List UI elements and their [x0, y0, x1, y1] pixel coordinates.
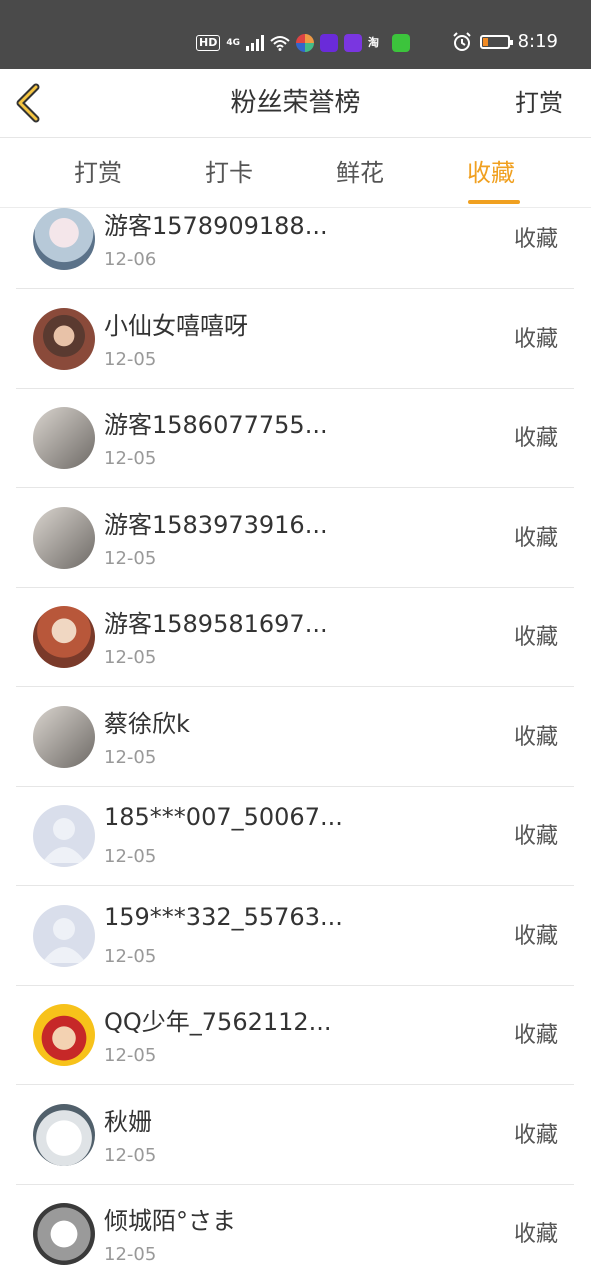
tab-label: 鲜花	[336, 159, 384, 187]
fan-action-label: 收藏	[513, 1122, 558, 1148]
list-item[interactable]: 蔡徐欣k 12-05 收藏	[16, 688, 574, 787]
fan-date: 12-05	[104, 647, 157, 668]
fan-date: 12-05	[104, 945, 157, 967]
status-right: 8:19	[452, 31, 558, 52]
clock: 8:19	[517, 31, 558, 52]
tab-label: 收藏	[467, 159, 515, 187]
list-item[interactable]: QQ少年_7562112... 12-05 收藏	[16, 986, 574, 1085]
fan-list[interactable]: 游客1578909188... 12-06 收藏 小仙女嘻嘻呀 12-05 收藏 游客158…	[0, 208, 591, 1280]
battery-icon	[479, 34, 513, 49]
list-item[interactable]: 游客1586077755... 12-05 收藏	[16, 389, 574, 488]
wifi-icon	[270, 36, 290, 51]
list-item[interactable]: 秋姗 12-05 收藏	[16, 1086, 574, 1185]
default-user-icon	[42, 917, 86, 963]
fan-action-label: 收藏	[513, 824, 558, 849]
fan-name: 游客1583973916...	[104, 510, 328, 539]
fan-action-label: 收藏	[513, 625, 558, 650]
avatar[interactable]	[33, 1103, 95, 1166]
fan-action-label: 收藏	[513, 426, 558, 451]
fan-name: 游客1578909188...	[104, 212, 328, 240]
avatar[interactable]	[33, 307, 95, 370]
hd-icon: HD	[196, 35, 221, 51]
list-item[interactable]: 游客1589581697... 12-05 收藏	[16, 588, 574, 687]
fan-date: 12-06	[104, 249, 157, 270]
fan-name: 159***332_55763...	[104, 902, 343, 931]
avatar[interactable]	[33, 904, 95, 967]
avatar[interactable]	[33, 606, 95, 668]
tab-favorites[interactable]: 收藏	[446, 138, 536, 208]
alarm-icon	[452, 31, 471, 51]
fan-date: 12-05	[104, 746, 157, 768]
avatar[interactable]	[33, 1004, 95, 1066]
status-icons: HD 4G 淘	[196, 32, 410, 54]
avatar[interactable]	[33, 506, 95, 569]
video-app-icon	[344, 34, 362, 52]
app-icon	[296, 34, 314, 52]
active-tab-indicator	[468, 200, 520, 204]
fan-action-label: 收藏	[513, 525, 558, 551]
chevron-left-icon	[16, 83, 40, 123]
tab-label: 打卡	[205, 159, 253, 187]
app-header: 粉丝荣誉榜 打赏	[0, 69, 591, 138]
list-item[interactable]: 185***007_50067... 12-05 收藏	[16, 787, 574, 886]
iqiyi-icon	[392, 34, 410, 52]
fan-date: 12-05	[104, 547, 157, 569]
tab-reward[interactable]: 打赏	[53, 138, 143, 208]
fan-name: QQ少年_7562112...	[104, 1008, 332, 1036]
fan-date: 12-05	[104, 1144, 157, 1166]
fan-action-label: 收藏	[513, 1222, 558, 1247]
list-item[interactable]: 游客1583973916... 12-05 收藏	[16, 489, 574, 588]
page-title: 粉丝荣誉榜	[230, 88, 361, 118]
status-bar: HD 4G 淘 8:19	[0, 0, 591, 69]
fan-name: 游客1586077755...	[104, 411, 328, 439]
battery-level	[482, 37, 488, 46]
tab-checkin[interactable]: 打卡	[184, 138, 274, 208]
list-item[interactable]: 游客1578909188... 12-06 收藏	[16, 208, 574, 289]
fan-name: 秋姗	[104, 1107, 152, 1136]
tab-label: 打赏	[74, 159, 122, 187]
avatar[interactable]	[33, 1203, 95, 1265]
avatar[interactable]	[33, 805, 95, 867]
taobao-icon: 淘	[368, 36, 379, 49]
fan-date: 12-05	[104, 1045, 157, 1066]
fan-action-label: 收藏	[513, 326, 558, 352]
fan-date: 12-05	[104, 348, 157, 370]
fan-name: 游客1589581697...	[104, 610, 328, 638]
network-type-label: 4G	[226, 37, 240, 48]
list-item[interactable]: 159***332_55763... 12-05 收藏	[16, 887, 574, 986]
signal-icon	[246, 35, 264, 51]
fan-name: 蔡徐欣k	[104, 709, 190, 738]
fan-name: 小仙女嘻嘻呀	[104, 311, 248, 340]
avatar[interactable]	[33, 407, 95, 469]
fan-name: 185***007_50067...	[104, 803, 343, 831]
back-button[interactable]	[10, 81, 54, 125]
fan-name: 倾城陌°さま	[104, 1207, 236, 1235]
default-user-icon	[42, 818, 86, 863]
list-item[interactable]: 小仙女嘻嘻呀 12-05 收藏	[16, 290, 574, 389]
video-app-icon	[320, 34, 338, 52]
tab-flowers[interactable]: 鲜花	[315, 138, 405, 208]
fan-action-label: 收藏	[513, 227, 558, 252]
fan-date: 12-05	[104, 448, 157, 469]
reward-button[interactable]: 打赏	[515, 69, 563, 138]
avatar[interactable]	[33, 208, 95, 270]
fan-action-label: 收藏	[513, 724, 558, 750]
fan-date: 12-05	[104, 846, 157, 867]
tab-bar: 打赏 打卡 鲜花 收藏	[0, 138, 591, 208]
avatar[interactable]	[33, 705, 95, 768]
fan-action-label: 收藏	[513, 1023, 558, 1048]
fan-date: 12-05	[104, 1244, 157, 1265]
list-item[interactable]: 倾城陌°さま 12-05 收藏	[16, 1185, 574, 1280]
fan-action-label: 收藏	[513, 923, 558, 949]
